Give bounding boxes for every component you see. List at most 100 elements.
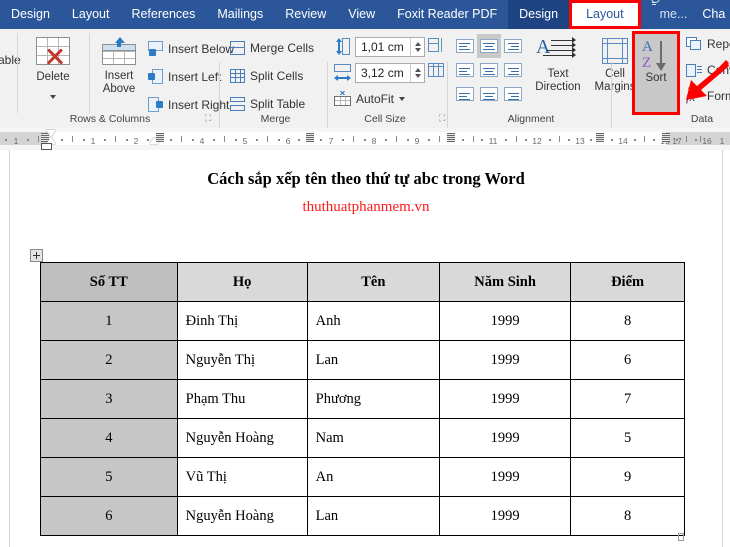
table-cell[interactable]: An — [306, 457, 441, 497]
tab-stop-marker[interactable] — [156, 133, 164, 142]
table-cell[interactable]: Nam — [306, 418, 441, 458]
table-cell[interactable]: 1999 — [439, 301, 572, 341]
delete-button[interactable]: Delete — [24, 37, 82, 104]
row-height-spinner[interactable] — [410, 38, 424, 56]
align-bottom-center-button[interactable] — [477, 82, 501, 106]
column-width-input[interactable]: 3,12 cm — [355, 63, 425, 83]
table-header-cell[interactable]: Họ — [176, 262, 308, 302]
table-cell[interactable]: Lan — [306, 340, 441, 380]
table-row[interactable]: 1 Đinh Thị Anh 1999 8 — [40, 301, 685, 341]
document-page[interactable]: Cách sắp xếp tên theo thứ tự abc trong W… — [9, 150, 723, 547]
table-cell[interactable]: 5 — [40, 457, 178, 497]
tab-stop-marker[interactable] — [662, 133, 670, 142]
table-cell[interactable]: Nguyễn Thị — [176, 340, 308, 380]
split-table-button[interactable]: Split Table — [230, 97, 305, 111]
table-cell[interactable]: Lan — [306, 496, 441, 536]
tab-layout[interactable]: Layout — [61, 0, 121, 29]
rows-columns-dialog-launcher[interactable]: ⛶ — [205, 113, 211, 124]
formula-button[interactable]: fx Formu — [686, 89, 730, 104]
delete-dropdown-caret[interactable] — [24, 86, 82, 104]
table-cell[interactable]: 1999 — [439, 496, 572, 536]
table-cell[interactable]: 5 — [570, 418, 685, 458]
align-bottom-right-button[interactable] — [501, 82, 525, 106]
tab-references[interactable]: References — [120, 0, 206, 29]
table-row[interactable]: 3 Phạm Thu Phương 1999 7 — [40, 379, 685, 419]
tab-stop-marker[interactable] — [596, 133, 604, 142]
table-cell[interactable]: 4 — [40, 418, 178, 458]
tab-table-design[interactable]: Design — [508, 0, 570, 29]
sort-button[interactable]: A Z Sort — [635, 38, 677, 85]
table-resize-handle[interactable] — [678, 533, 684, 541]
text-direction-button[interactable]: A Text Direction — [529, 37, 587, 94]
align-top-right-button[interactable] — [501, 34, 525, 58]
table-cell[interactable]: Phương — [306, 379, 441, 419]
align-center-left-button[interactable] — [453, 58, 477, 82]
table-cell[interactable]: 1999 — [439, 418, 572, 458]
align-bottom-left-button[interactable] — [453, 82, 477, 106]
merge-cells-button[interactable]: Merge Cells — [230, 41, 314, 55]
table-cell[interactable]: Phạm Thu — [176, 379, 308, 419]
horizontal-ruler[interactable]: 1 1 2 4 5 6 7 8 9 11 12 13 14 16 17 1 — [0, 128, 730, 151]
table-cell[interactable]: Vũ Thị — [176, 457, 308, 497]
tab-design[interactable]: Design — [0, 0, 61, 29]
align-center-button[interactable] — [477, 58, 501, 82]
row-height-input[interactable]: 1,01 cm — [355, 37, 425, 57]
table-cell[interactable]: 8 — [570, 496, 685, 536]
autofit-button[interactable]: AutoFit — [334, 91, 406, 106]
table-header-cell[interactable]: Điểm — [570, 262, 685, 302]
first-line-indent-marker[interactable] — [46, 130, 56, 137]
table-cell[interactable]: 7 — [570, 379, 685, 419]
table-row[interactable]: 4 Nguyễn Hoàng Nam 1999 5 — [40, 418, 685, 458]
align-top-left-button[interactable] — [453, 34, 477, 58]
table-cell[interactable]: Anh — [306, 301, 441, 341]
split-cells-button[interactable]: Split Cells — [230, 69, 303, 83]
table-cell[interactable]: 1999 — [439, 379, 572, 419]
table-header-cell[interactable]: Năm Sinh — [439, 262, 572, 302]
tab-stop-marker[interactable] — [447, 133, 455, 142]
table-cell[interactable]: Nguyễn Hoàng — [176, 418, 308, 458]
distribute-columns-icon[interactable] — [428, 63, 445, 80]
table-row[interactable]: 2 Nguyễn Thị Lan 1999 6 — [40, 340, 685, 380]
cell-alignment-grid[interactable] — [453, 34, 525, 106]
insert-below-button[interactable]: Insert Below — [148, 41, 234, 56]
table-header-cell[interactable]: Số TT — [40, 262, 178, 302]
left-indent-marker[interactable] — [41, 143, 52, 150]
insert-left-button[interactable]: Insert Left — [148, 69, 221, 84]
table-row[interactable]: 5 Vũ Thị An 1999 9 — [40, 457, 685, 497]
merge-cells-icon — [230, 41, 245, 55]
share-button[interactable]: Cha — [691, 0, 730, 29]
data-table[interactable]: Số TT Họ Tên Năm Sinh Điểm 1 Đinh Thị An… — [40, 262, 685, 536]
table-cell[interactable]: 1 — [40, 301, 178, 341]
table-cell[interactable]: 6 — [40, 496, 178, 536]
table-cell[interactable]: 3 — [40, 379, 178, 419]
tab-review[interactable]: Review — [274, 0, 337, 29]
table-move-handle[interactable] — [30, 249, 43, 262]
table-cell[interactable]: 6 — [570, 340, 685, 380]
tab-stop-marker[interactable] — [306, 133, 314, 142]
table-cell[interactable]: Nguyễn Hoàng — [176, 496, 308, 536]
table-cell[interactable]: 2 — [40, 340, 178, 380]
table-row[interactable]: 6 Nguyễn Hoàng Lan 1999 8 — [40, 496, 685, 536]
column-width-spinner[interactable] — [410, 64, 424, 82]
autofit-dropdown-caret[interactable] — [399, 96, 406, 101]
distribute-rows-icon[interactable] — [428, 37, 445, 54]
table-cell[interactable]: 8 — [570, 301, 685, 341]
convert-to-text-button[interactable]: Conve — [686, 63, 730, 77]
insert-above-button[interactable]: Insert Above — [94, 37, 144, 95]
align-top-center-button[interactable] — [477, 34, 501, 58]
tab-mailings[interactable]: Mailings — [206, 0, 274, 29]
tab-view[interactable]: View — [337, 0, 386, 29]
tell-me-box[interactable]: Tell me... — [641, 0, 692, 29]
table-cell[interactable]: Đinh Thị — [176, 301, 308, 341]
table-cell[interactable]: 1999 — [439, 340, 572, 380]
document-canvas[interactable]: Cách sắp xếp tên theo thứ tự abc trong W… — [0, 150, 730, 547]
align-center-right-button[interactable] — [501, 58, 525, 82]
cell-size-dialog-launcher[interactable]: ⛶ — [439, 113, 445, 124]
table-cell[interactable]: 9 — [570, 457, 685, 497]
tab-foxit-reader-pdf[interactable]: Foxit Reader PDF — [386, 0, 508, 29]
tab-table-layout[interactable]: Layout — [569, 0, 641, 29]
table-cell[interactable]: 1999 — [439, 457, 572, 497]
table-header-cell[interactable]: Tên — [306, 262, 441, 302]
repeat-header-rows-button[interactable]: Repeat — [686, 37, 730, 51]
insert-right-button[interactable]: Insert Right — [148, 97, 229, 112]
